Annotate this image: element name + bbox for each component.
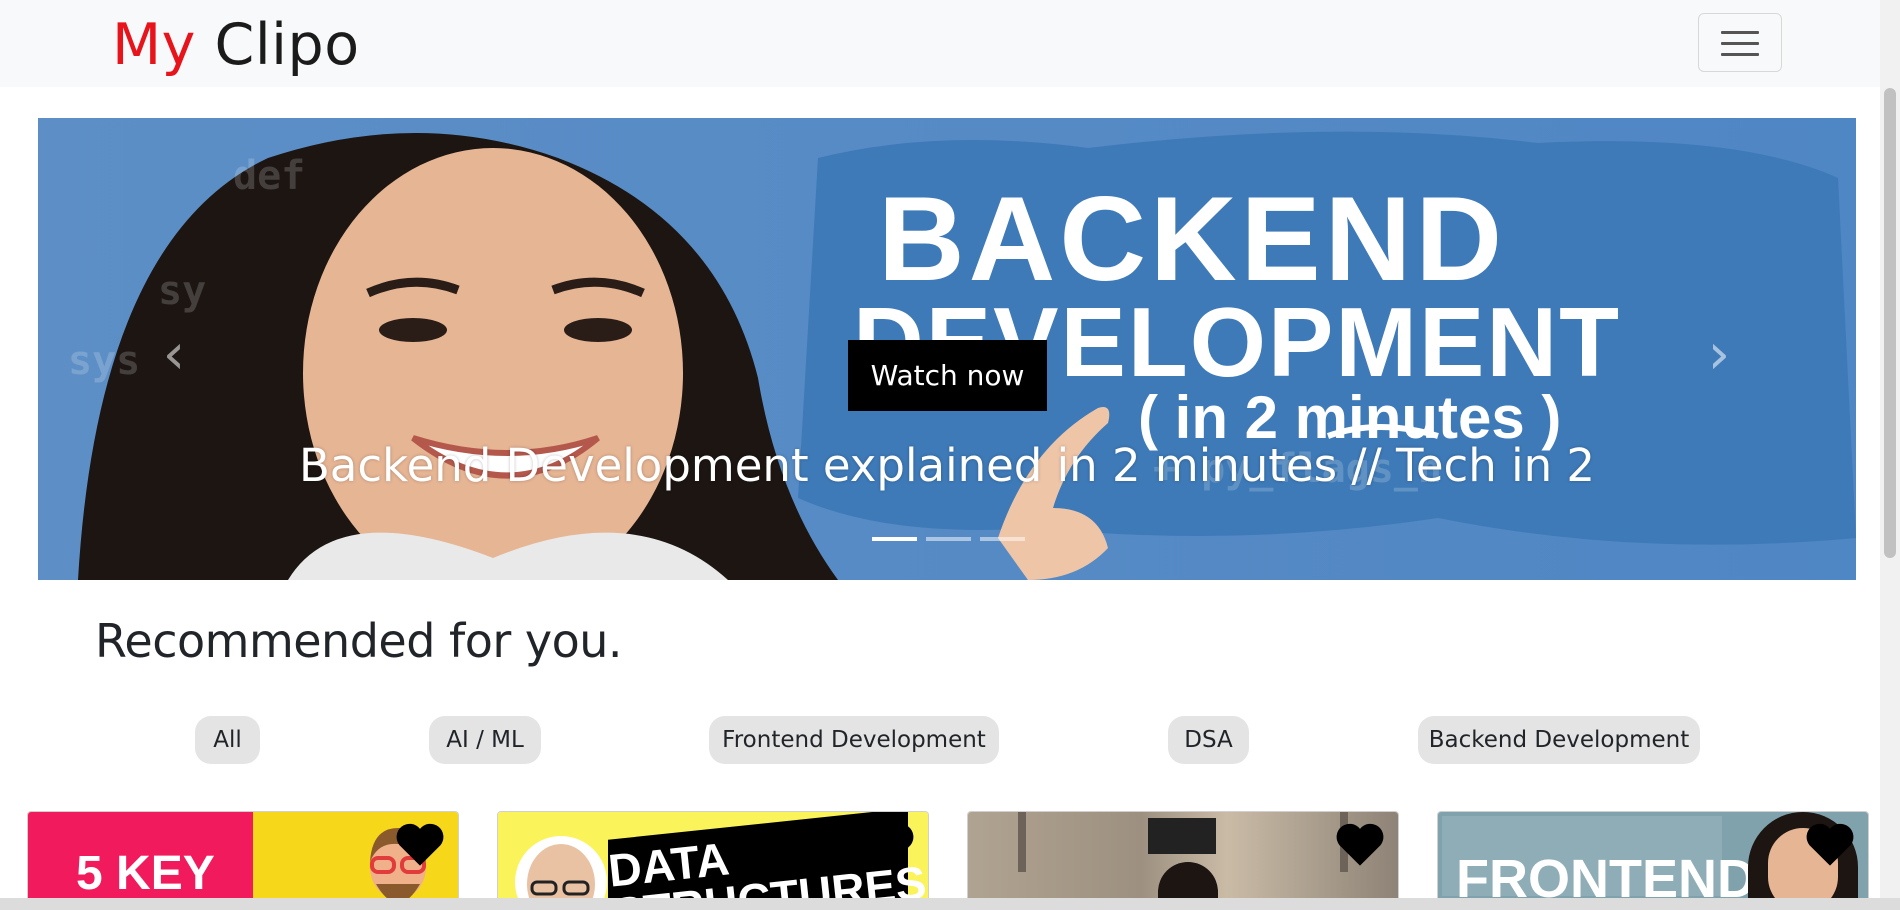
card-avatar-illustration bbox=[515, 836, 607, 910]
heart-icon[interactable] bbox=[1334, 820, 1386, 868]
chevron-right-icon[interactable]: › bbox=[1699, 325, 1739, 385]
brand-logo[interactable]: My Clipo bbox=[112, 8, 360, 82]
video-card[interactable]: FRONTEND bbox=[1437, 811, 1869, 910]
hero-caption: Backend Development explained in 2 minut… bbox=[298, 439, 1596, 492]
filter-all[interactable]: All bbox=[195, 716, 260, 764]
heart-icon[interactable] bbox=[1804, 820, 1856, 868]
chevron-left-icon[interactable]: ‹ bbox=[154, 325, 194, 385]
hamburger-icon-line bbox=[1721, 53, 1759, 56]
filter-backend[interactable]: Backend Development bbox=[1418, 716, 1700, 764]
hero-bg-code: sy bbox=[158, 268, 207, 314]
brand-clipo: Clipo bbox=[214, 12, 360, 78]
carousel-indicator-1[interactable] bbox=[872, 537, 917, 541]
hero-bg-code: def bbox=[233, 153, 306, 199]
hamburger-icon bbox=[1721, 31, 1759, 34]
watch-now-button[interactable]: Watch now bbox=[848, 340, 1047, 411]
navbar: My Clipo bbox=[0, 0, 1880, 87]
card-thumb-pendant bbox=[1018, 812, 1026, 872]
hamburger-icon-line bbox=[1721, 42, 1759, 45]
hero-carousel[interactable]: def sy sys + py_flags_n BACKEND DEVELOPM… bbox=[38, 118, 1856, 580]
video-card[interactable]: 5 KEY bbox=[27, 811, 459, 910]
carousel-indicator-2[interactable] bbox=[926, 537, 971, 541]
heart-icon[interactable] bbox=[394, 820, 446, 868]
video-card[interactable]: DATA STRUCTURES bbox=[497, 811, 929, 910]
scrollbar-thumb[interactable] bbox=[1884, 88, 1896, 558]
brand-my: My bbox=[112, 12, 196, 78]
heart-icon[interactable] bbox=[864, 820, 916, 868]
menu-toggle-button[interactable] bbox=[1698, 13, 1782, 72]
recommended-title: Recommended for you. bbox=[95, 614, 623, 668]
filter-ai-ml[interactable]: AI / ML bbox=[429, 716, 541, 764]
filter-frontend[interactable]: Frontend Development bbox=[709, 716, 999, 764]
card-thumb-tv bbox=[1148, 818, 1216, 854]
horizontal-scrollbar[interactable] bbox=[0, 898, 1900, 910]
card-thumb-text: 5 KEY bbox=[76, 847, 215, 900]
filter-dsa[interactable]: DSA bbox=[1168, 716, 1249, 764]
video-card[interactable] bbox=[967, 811, 1399, 910]
carousel-indicators bbox=[872, 537, 1025, 541]
vertical-scrollbar[interactable] bbox=[1880, 0, 1900, 900]
hero-bg-code: sys bbox=[68, 338, 141, 384]
carousel-indicator-3[interactable] bbox=[980, 537, 1025, 541]
